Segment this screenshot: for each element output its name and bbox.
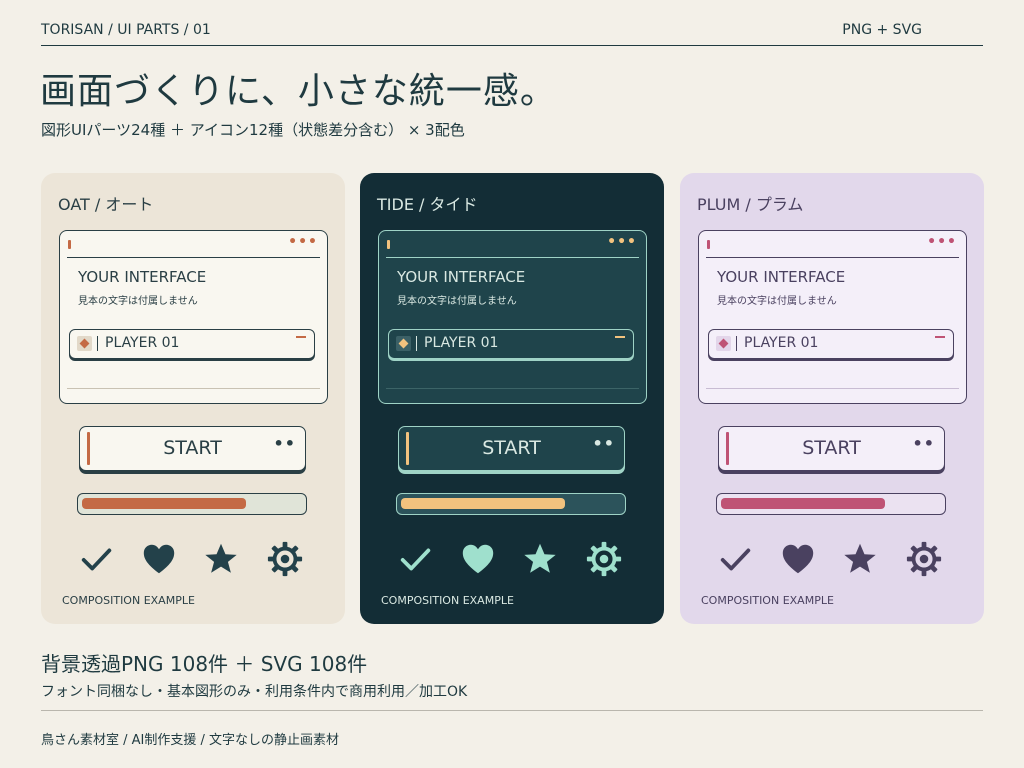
panel-caption: 見本の文字は付属しません <box>397 296 517 307</box>
theme-card-1: OAT / オート ••• YOUR INTERFACE 見本の文字は付属しませ… <box>41 173 345 624</box>
diamond-icon <box>396 336 411 351</box>
heart-icon <box>459 540 497 578</box>
card-footer: COMPOSITION EXAMPLE <box>701 594 834 607</box>
theme-card-2: TIDE / タイド ••• YOUR INTERFACE 見本の文字は付属しま… <box>360 173 664 624</box>
icon-row <box>717 540 947 580</box>
progress-bar <box>77 493 307 515</box>
start-button[interactable]: START •• <box>398 426 625 471</box>
theme-card-3: PLUM / プラム ••• YOUR INTERFACE 見本の文字は付属しま… <box>680 173 984 624</box>
page-subtitle: 図形UIパーツ24種 ＋ アイコン12種（状態差分含む） × 3配色 <box>41 121 465 139</box>
sample-panel: ••• YOUR INTERFACE 見本の文字は付属しません PLAYER 0… <box>378 230 647 404</box>
minus-icon[interactable] <box>615 336 625 338</box>
check-icon <box>78 540 116 578</box>
icon-row <box>78 540 308 580</box>
player-field-label: PLAYER 01 <box>105 335 180 351</box>
sample-panel: ••• YOUR INTERFACE 見本の文字は付属しません PLAYER 0… <box>698 230 967 404</box>
player-field-label: PLAYER 01 <box>424 335 499 351</box>
theme-title: OAT / オート <box>58 195 154 214</box>
panel-accent-mark <box>68 240 71 249</box>
heart-icon <box>779 540 817 578</box>
progress-fill <box>401 498 565 509</box>
progress-fill <box>82 498 246 509</box>
panel-divider <box>706 257 959 258</box>
gear-icon <box>266 540 304 578</box>
button-dots-icon: •• <box>912 434 935 453</box>
panel-heading: YOUR INTERFACE <box>717 268 846 286</box>
summary-subtitle: フォント同梱なし・基本図形のみ・利用条件内で商用利用／加工OK <box>41 684 468 700</box>
check-icon <box>397 540 435 578</box>
progress-fill <box>721 498 885 509</box>
player-field[interactable]: PLAYER 01 <box>708 329 954 359</box>
panel-caption: 見本の文字は付属しません <box>717 296 837 307</box>
progress-bar <box>716 493 946 515</box>
panel-bottom-divider <box>67 388 320 389</box>
start-button-label: START <box>482 437 541 459</box>
gear-icon <box>905 540 943 578</box>
player-field-label: PLAYER 01 <box>744 335 819 351</box>
panel-accent-mark <box>387 240 390 249</box>
panel-heading: YOUR INTERFACE <box>397 268 526 286</box>
start-button-label: START <box>802 437 861 459</box>
top-bar: TORISAN / UI PARTS / 01 PNG + SVG <box>41 14 983 46</box>
card-footer: COMPOSITION EXAMPLE <box>381 594 514 607</box>
field-separator <box>97 336 98 351</box>
start-button-label: START <box>163 437 222 459</box>
start-button[interactable]: START •• <box>79 426 306 471</box>
theme-title: PLUM / プラム <box>697 195 804 214</box>
sample-panel: ••• YOUR INTERFACE 見本の文字は付属しません PLAYER 0… <box>59 230 328 404</box>
field-separator <box>416 336 417 351</box>
page-title: 画面づくりに、小さな統一感。 <box>40 71 557 112</box>
check-icon <box>717 540 755 578</box>
panel-menu-icon[interactable]: ••• <box>927 234 957 250</box>
formats-label: PNG + SVG <box>842 21 922 38</box>
minus-icon[interactable] <box>935 336 945 338</box>
breadcrumb: TORISAN / UI PARTS / 01 <box>41 21 211 38</box>
card-footer: COMPOSITION EXAMPLE <box>62 594 195 607</box>
field-separator <box>736 336 737 351</box>
player-field[interactable]: PLAYER 01 <box>388 329 634 359</box>
icon-row <box>397 540 627 580</box>
heart-icon <box>140 540 178 578</box>
player-field[interactable]: PLAYER 01 <box>69 329 315 359</box>
panel-bottom-divider <box>386 388 639 389</box>
footer-divider <box>41 710 983 711</box>
panel-menu-icon[interactable]: ••• <box>607 234 637 250</box>
theme-title: TIDE / タイド <box>377 195 478 214</box>
credit-line: 鳥さん素材室 / AI制作支援 / 文字なしの静止画素材 <box>41 733 340 748</box>
panel-divider <box>386 257 639 258</box>
star-icon <box>521 540 559 578</box>
button-dots-icon: •• <box>592 434 615 453</box>
summary-title: 背景透過PNG 108件 ＋ SVG 108件 <box>41 652 368 676</box>
panel-bottom-divider <box>706 388 959 389</box>
progress-bar <box>396 493 626 515</box>
panel-accent-mark <box>707 240 710 249</box>
panel-menu-icon[interactable]: ••• <box>288 234 318 250</box>
gear-icon <box>585 540 623 578</box>
panel-caption: 見本の文字は付属しません <box>78 296 198 307</box>
star-icon <box>841 540 879 578</box>
minus-icon[interactable] <box>296 336 306 338</box>
button-dots-icon: •• <box>273 434 296 453</box>
diamond-icon <box>77 336 92 351</box>
panel-divider <box>67 257 320 258</box>
star-icon <box>202 540 240 578</box>
panel-heading: YOUR INTERFACE <box>78 268 207 286</box>
start-button[interactable]: START •• <box>718 426 945 471</box>
diamond-icon <box>716 336 731 351</box>
